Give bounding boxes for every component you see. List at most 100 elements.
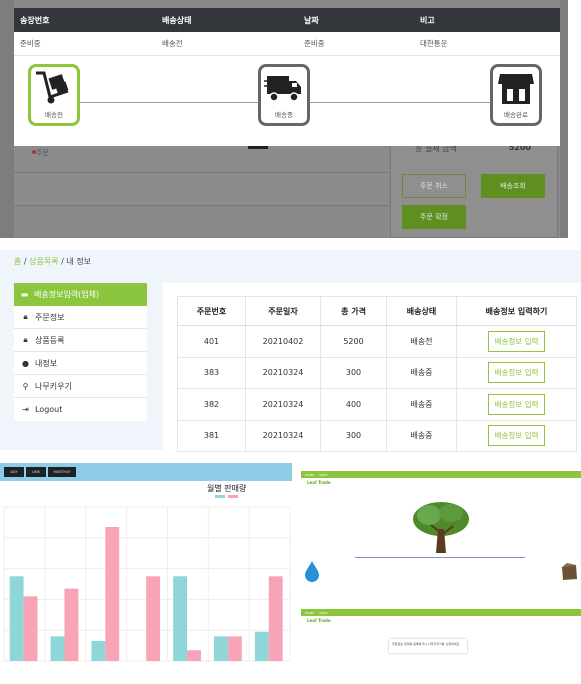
cell-delivery-status: 배송중 <box>386 388 457 421</box>
day-button[interactable]: DAY <box>4 467 24 477</box>
orders-table: 주문번호 주문일자 총 가격 배송상태 배송정보 입력하기 401 202104… <box>177 296 577 452</box>
breadcrumb-separator: / <box>23 257 27 266</box>
chart-bar[interactable] <box>50 636 65 661</box>
chart-bar[interactable] <box>64 588 79 661</box>
chart-bar[interactable] <box>105 527 120 661</box>
breadcrumb-products[interactable]: 상품목록 <box>29 257 58 266</box>
tree-growing-panel: HOME SHOP Leaf Trade HOME SHOP Leaf Trad… <box>301 463 581 678</box>
cell-order-number: 401 <box>177 325 246 358</box>
nav-home[interactable]: HOME <box>305 611 314 615</box>
orders-card: 주문번호 주문일자 총 가격 배송상태 배송정보 입력하기 401 202104… <box>163 283 581 452</box>
store-icon <box>498 74 534 104</box>
sidebar-item-tree-growing[interactable]: ⚲ 나무키우기 <box>14 375 147 398</box>
cell-delivery-status: 배송중 <box>386 420 457 452</box>
chart-bar[interactable] <box>23 596 38 661</box>
cell-date: 준비중 <box>304 39 325 48</box>
cell-total-price: 300 <box>320 357 387 389</box>
delivery-status-modal: 송장번호 배송상태 날짜 비고 준비중 배송전 준비중 대한통운 배송전 배송중… <box>14 8 560 146</box>
cell-action: 배송정보 입력 <box>456 357 577 389</box>
notice-text: 주문정보 입력를 등록하거나 나무키우기를 신청하세요. <box>392 642 461 646</box>
cell-total-price: 5200 <box>320 325 387 358</box>
modal-table-header: 송장번호 배송상태 날짜 비고 <box>14 8 560 32</box>
chart-topbar: DAY LINE MONTHLY <box>0 463 292 481</box>
cell-order-number: 383 <box>177 357 246 389</box>
order-detail-panel: 주문 총 결제 금액 5200 주문 취소 배송조회 주문 확정 송장번호 배송… <box>0 0 568 238</box>
line-button[interactable]: LINE <box>26 467 46 477</box>
col-invoice-number: 송장번호 <box>20 15 50 25</box>
dimmed-bar <box>248 146 268 149</box>
monthly-sales-panel: DAY LINE MONTHLY 월별 판매량 <box>0 463 292 663</box>
orders-header-row: 주문번호 주문일자 총 가격 배송상태 배송정보 입력하기 <box>177 296 577 326</box>
col-delivery-status: 배송상태 <box>162 15 192 25</box>
track-delivery-button[interactable]: 배송조회 <box>481 174 545 198</box>
cell-delivery-status: 배송중 <box>386 357 457 389</box>
legend-swatch-b <box>228 495 238 498</box>
fertilizer-bag-icon[interactable] <box>559 561 579 581</box>
sidebar-item-label: 주문정보 <box>35 312 65 322</box>
delivery-truck-icon <box>264 76 301 102</box>
user-icon: ● <box>22 358 29 368</box>
delivery-input-button[interactable]: 배송정보 입력 <box>487 362 546 384</box>
chart-bar[interactable] <box>146 576 161 661</box>
tree-icon <box>413 502 469 553</box>
confirm-order-button[interactable]: 주문 확정 <box>402 205 466 229</box>
header-order-number: 주문번호 <box>177 296 246 326</box>
nav-home[interactable]: HOME <box>305 473 314 477</box>
chart-legend <box>215 495 238 498</box>
chart-bar[interactable] <box>254 631 269 661</box>
notice-box: 주문정보 입력를 등록하거나 나무키우기를 신청하세요. <box>389 639 467 653</box>
header-order-date: 주문일자 <box>245 296 321 326</box>
monthly-button[interactable]: MONTHLY <box>48 467 76 477</box>
cell-order-number: 382 <box>177 388 246 421</box>
cell-order-date: 20210402 <box>245 325 321 358</box>
sidebar-item-delivery-input[interactable]: ▬ 배송정보입력(업체) <box>14 283 147 306</box>
dimmed-dot <box>32 150 36 154</box>
top-nav-bar: HOME SHOP <box>301 471 581 478</box>
chart-bar[interactable] <box>187 650 201 661</box>
tree-progress-line <box>355 557 525 558</box>
monthly-sales-chart <box>3 506 291 662</box>
table-row: 381 20210324 300 배송중 배송정보 입력 <box>177 420 577 452</box>
chart-bar[interactable] <box>214 636 228 661</box>
nav-shop[interactable]: SHOP <box>319 473 327 477</box>
cancel-order-button[interactable]: 주문 취소 <box>402 174 466 198</box>
sidebar-item-product-register[interactable]: 🔒︎ 상품등록 <box>14 329 147 352</box>
delivery-input-button[interactable]: 배송정보 입력 <box>487 425 546 447</box>
chart-title: 월별 판매량 <box>207 484 247 493</box>
sidebar-item-logout[interactable]: ⇥ Logout <box>14 398 147 421</box>
step-label: 배송중 <box>275 111 293 119</box>
sidebar-item-label: 상품등록 <box>35 335 65 345</box>
sign-out-icon: ⇥ <box>22 405 29 414</box>
legend-swatch-a <box>215 495 225 498</box>
cell-delivery-status: 배송전 <box>386 325 457 358</box>
sidebar-item-my-info[interactable]: ● 내정보 <box>14 352 147 375</box>
table-row: 383 20210324 300 배송중 배송정보 입력 <box>177 357 577 389</box>
cell-action: 배송정보 입력 <box>456 325 577 358</box>
chart-bar[interactable] <box>227 636 242 661</box>
chart-bar[interactable] <box>9 576 24 661</box>
lock-icon: 🔒︎ <box>23 312 28 321</box>
chart-bar[interactable] <box>173 576 188 661</box>
sidebar-item-order-info[interactable]: 🔒︎ 주문정보 <box>14 306 147 329</box>
water-drop-icon[interactable] <box>303 560 321 582</box>
site-logo[interactable]: Leaf Trade <box>307 618 331 623</box>
sidebar-item-label: Logout <box>35 405 63 414</box>
step-label: 배송전 <box>45 111 63 119</box>
sidebar-item-label: 나무키우기 <box>35 381 72 391</box>
cell-order-date: 20210324 <box>245 388 321 421</box>
site-logo[interactable]: Leaf Trade <box>307 480 331 485</box>
step-before-shipping: 배송전 <box>28 64 80 126</box>
cell-order-number: 381 <box>177 420 246 452</box>
delivery-input-button[interactable]: 배송정보 입력 <box>487 393 546 415</box>
breadcrumb-current: 내 정보 <box>66 257 92 266</box>
map-marker-icon: ⚲ <box>22 381 29 391</box>
nav-shop[interactable]: SHOP <box>319 611 327 615</box>
modal-table-row: 준비중 배송전 준비중 대한통운 <box>14 32 560 56</box>
cell-delivery-status: 배송전 <box>162 39 183 48</box>
delivery-input-button[interactable]: 배송정보 입력 <box>487 330 546 352</box>
breadcrumb-home[interactable]: 홈 <box>14 257 21 266</box>
hand-truck-icon <box>36 71 69 104</box>
lock-icon: 🔒︎ <box>23 335 28 344</box>
chart-bar[interactable] <box>91 640 106 661</box>
chart-bar[interactable] <box>268 576 283 661</box>
